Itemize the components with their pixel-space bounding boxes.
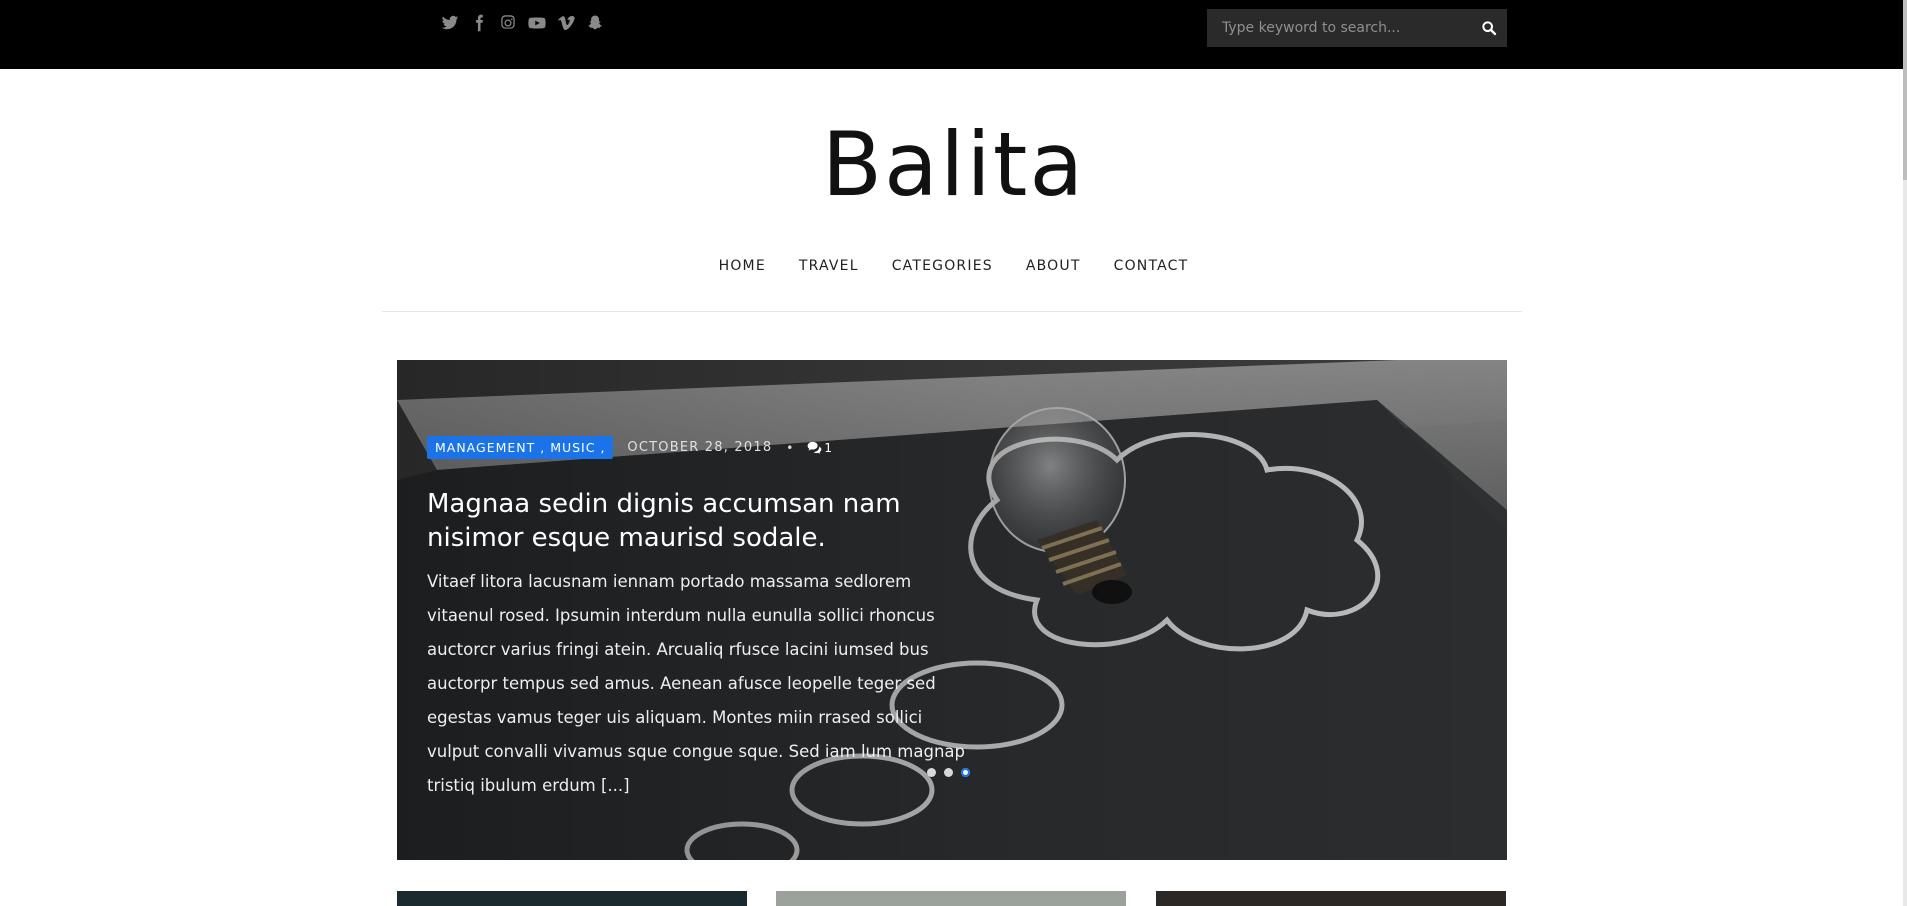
category-badge[interactable]: MANAGEMENT , MUSIC , — [427, 436, 614, 459]
social-links — [440, 13, 605, 33]
nav-item-contact[interactable]: CONTACT — [1114, 258, 1189, 274]
search-bar — [1207, 9, 1507, 47]
search-input[interactable] — [1207, 9, 1471, 47]
post-meta: MANAGEMENT , MUSIC , OCTOBER 28, 2018 • … — [427, 436, 832, 459]
slider-dots — [927, 768, 970, 777]
youtube-icon[interactable] — [527, 13, 547, 33]
hero-slider[interactable]: MANAGEMENT , MUSIC , OCTOBER 28, 2018 • … — [397, 360, 1507, 860]
post-card-thumbnail[interactable] — [397, 891, 747, 906]
nav-item-about[interactable]: ABOUT — [1026, 258, 1081, 274]
twitter-icon[interactable] — [440, 13, 460, 33]
vimeo-icon[interactable] — [556, 13, 576, 33]
post-card-thumbnail[interactable] — [776, 891, 1126, 906]
comment-count-value: 1 — [824, 440, 833, 455]
search-icon — [1482, 21, 1497, 36]
meta-separator: • — [786, 440, 794, 455]
post-title[interactable]: Magnaa sedin dignis accumsan nam nisimor… — [427, 487, 947, 555]
snapchat-icon[interactable] — [585, 13, 605, 33]
top-bar — [0, 0, 1907, 69]
post-date: OCTOBER 28, 2018 — [627, 440, 773, 455]
facebook-icon[interactable] — [469, 13, 489, 33]
instagram-icon[interactable] — [498, 13, 518, 33]
nav-divider — [382, 311, 1522, 312]
comment-count[interactable]: 1 — [807, 441, 832, 455]
slider-dot-1[interactable] — [927, 768, 936, 777]
slider-dot-2[interactable] — [944, 768, 953, 777]
main-nav: HOME TRAVEL CATEGORIES ABOUT CONTACT — [0, 258, 1907, 274]
slider-dot-3[interactable] — [961, 768, 970, 777]
nav-item-travel[interactable]: TRAVEL — [799, 258, 859, 274]
post-card-thumbnail[interactable] — [1156, 891, 1506, 906]
search-button[interactable] — [1471, 9, 1507, 47]
nav-item-home[interactable]: HOME — [719, 258, 766, 274]
post-excerpt: Vitaef litora lacusnam iennam portado ma… — [427, 572, 966, 795]
comments-icon — [808, 441, 822, 454]
nav-item-categories[interactable]: CATEGORIES — [892, 258, 993, 274]
site-title[interactable]: Balita — [0, 110, 1907, 220]
